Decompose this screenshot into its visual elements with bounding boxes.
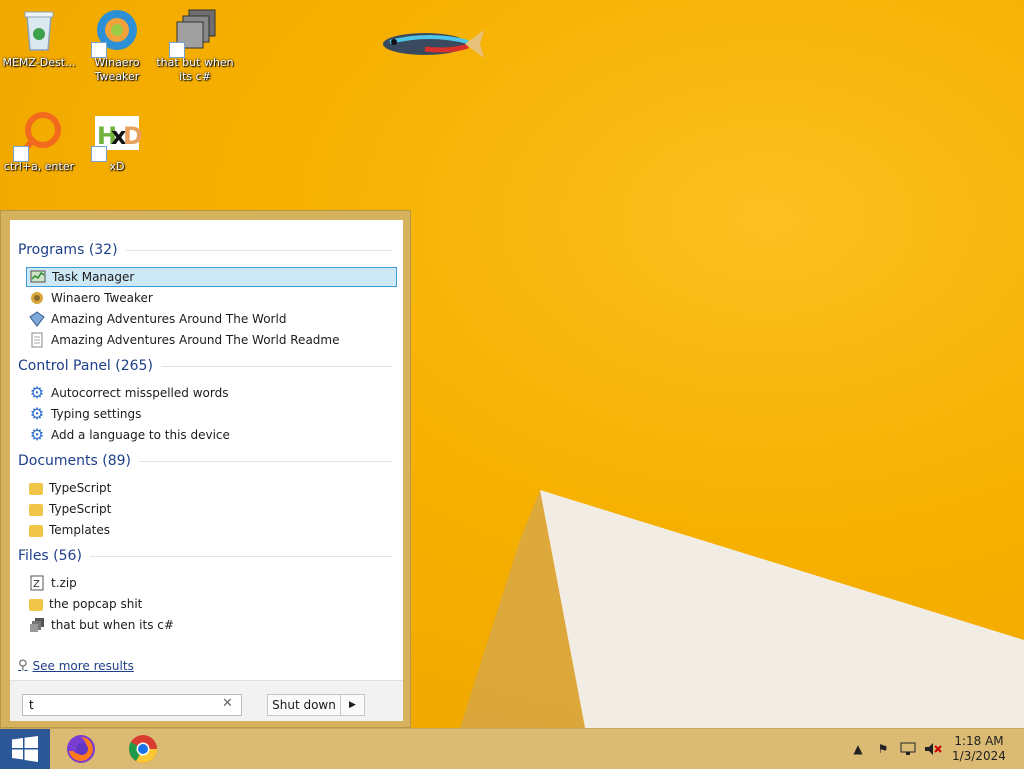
folder-icon bbox=[29, 483, 43, 495]
result-label: that but when its c# bbox=[51, 618, 174, 632]
taskbar-clock[interactable]: 1:18 AM 1/3/2024 bbox=[948, 734, 1010, 764]
divider bbox=[125, 249, 392, 251]
desktop-icon-label: xD bbox=[109, 160, 125, 173]
start-menu: Programs (32) Task Manager Winaero Tweak… bbox=[0, 210, 411, 728]
search-icon: ⚲ bbox=[18, 658, 28, 673]
group-header-programs[interactable]: Programs (32) bbox=[18, 242, 392, 258]
result-amazing-adventures-readme[interactable]: Amazing Adventures Around The World Read… bbox=[26, 330, 397, 350]
result-label: TypeScript bbox=[49, 502, 112, 516]
result-typescript-1[interactable]: TypeScript bbox=[26, 478, 397, 498]
desktop-icon-label: ctrl+a, enter bbox=[3, 160, 75, 173]
group-title: Control Panel (265) bbox=[18, 358, 153, 374]
document-icon bbox=[29, 332, 45, 348]
taskbar-chrome[interactable] bbox=[114, 731, 172, 767]
show-hidden-icons-chevron-icon[interactable]: ▲ bbox=[848, 740, 868, 758]
divider bbox=[139, 460, 392, 462]
result-autocorrect[interactable]: ⚙ Autocorrect misspelled words bbox=[26, 383, 397, 403]
system-tray: ▲ ⚑ 1:18 AM 1/3/2024 bbox=[848, 729, 1024, 769]
windows-logo-icon bbox=[12, 736, 38, 762]
clear-search-icon[interactable]: ✕ bbox=[222, 696, 233, 711]
gear-icon: ⚙ bbox=[29, 404, 45, 423]
shortcut-arrow-icon bbox=[91, 146, 107, 162]
desktop-icon-label: MEMZ-Dest... bbox=[2, 56, 76, 69]
divider bbox=[89, 555, 392, 557]
hxd-icon: H x D bbox=[91, 110, 143, 162]
group-header-documents[interactable]: Documents (89) bbox=[18, 453, 392, 469]
desktop-icon-xd[interactable]: H x D xD bbox=[78, 110, 156, 174]
clock-date: 1/3/2024 bbox=[952, 749, 1006, 763]
taskbar: ▲ ⚑ 1:18 AM 1/3/2024 bbox=[0, 728, 1024, 769]
result-typing-settings[interactable]: ⚙ Typing settings bbox=[26, 404, 397, 424]
shortcut-arrow-icon bbox=[169, 42, 185, 58]
result-amazing-adventures[interactable]: Amazing Adventures Around The World bbox=[26, 309, 397, 329]
folder-icon bbox=[29, 599, 43, 611]
result-label: Templates bbox=[49, 523, 111, 537]
magnifier-ring-icon bbox=[13, 110, 63, 162]
result-label: Add a language to this device bbox=[51, 428, 230, 442]
gear-icon: ⚙ bbox=[29, 383, 45, 402]
shutdown-button[interactable]: Shut down ▶ bbox=[267, 694, 365, 716]
clock-time: 1:18 AM bbox=[954, 734, 1004, 748]
see-more-label: See more results bbox=[32, 658, 134, 673]
result-label: Autocorrect misspelled words bbox=[51, 386, 229, 400]
result-label: Typing settings bbox=[51, 407, 142, 421]
result-task-manager[interactable]: Task Manager bbox=[26, 267, 397, 287]
divider bbox=[160, 365, 392, 367]
group-header-files[interactable]: Files (56) bbox=[18, 548, 392, 564]
result-typescript-2[interactable]: TypeScript bbox=[26, 499, 397, 519]
result-popcap[interactable]: the popcap shit bbox=[26, 594, 397, 614]
result-label: Winaero Tweaker bbox=[51, 291, 153, 305]
group-title: Documents (89) bbox=[18, 453, 132, 469]
shortcut-arrow-icon bbox=[13, 146, 29, 162]
desktop-icon-label: Winaero Tweaker bbox=[94, 56, 140, 83]
search-input[interactable] bbox=[22, 694, 242, 716]
shutdown-options-arrow-icon[interactable]: ▶ bbox=[341, 700, 364, 710]
result-add-language[interactable]: ⚙ Add a language to this device bbox=[26, 425, 397, 445]
winaero-tweaker-icon bbox=[29, 290, 45, 306]
recycle-bin-icon bbox=[15, 6, 63, 54]
desktop-icon-that-but-when-its-cs[interactable]: that but when its c# bbox=[156, 6, 234, 84]
result-label: Task Manager bbox=[52, 270, 135, 284]
result-label: Amazing Adventures Around The World Read… bbox=[51, 333, 340, 347]
task-manager-icon bbox=[30, 269, 46, 285]
result-t-zip[interactable]: Z t.zip bbox=[26, 573, 397, 593]
network-icon[interactable] bbox=[898, 740, 918, 758]
fish-icon bbox=[383, 30, 484, 58]
chrome-icon bbox=[129, 735, 157, 763]
group-title: Programs (32) bbox=[18, 242, 118, 258]
desktop-icon-winaero-tweaker[interactable]: Winaero Tweaker bbox=[78, 6, 156, 84]
group-header-control-panel[interactable]: Control Panel (265) bbox=[18, 358, 392, 374]
stacked-windows-icon bbox=[29, 617, 45, 633]
result-label: t.zip bbox=[51, 576, 77, 590]
result-templates[interactable]: Templates bbox=[26, 520, 397, 540]
folder-icon bbox=[29, 525, 43, 537]
zip-icon: Z bbox=[29, 575, 45, 591]
volume-muted-icon[interactable] bbox=[923, 740, 943, 758]
result-that-but-when-its-cs[interactable]: that but when its c# bbox=[26, 615, 397, 635]
firefox-icon bbox=[67, 735, 95, 763]
start-button[interactable] bbox=[0, 729, 50, 769]
folder-icon bbox=[29, 504, 43, 516]
desktop-icon-recycle-bin[interactable]: MEMZ-Dest... bbox=[0, 6, 78, 70]
taskbar-firefox[interactable] bbox=[52, 731, 110, 767]
shortcut-arrow-icon bbox=[91, 42, 107, 58]
start-menu-footer: ✕ Shut down ▶ bbox=[10, 680, 403, 721]
stacked-windows-icon bbox=[169, 6, 219, 58]
result-label: the popcap shit bbox=[49, 597, 143, 611]
see-more-results-link[interactable]: ⚲ See more results bbox=[18, 658, 134, 673]
shutdown-label: Shut down bbox=[268, 695, 341, 715]
gem-icon bbox=[29, 311, 45, 327]
gear-icon: ⚙ bbox=[29, 425, 45, 444]
svg-text:D: D bbox=[123, 122, 141, 150]
winaero-tweaker-icon bbox=[91, 6, 141, 58]
result-label: Amazing Adventures Around The World bbox=[51, 312, 287, 326]
group-title: Files (56) bbox=[18, 548, 82, 564]
desktop-icon-ctrl-a-enter[interactable]: ctrl+a, enter bbox=[0, 110, 78, 174]
action-center-flag-icon[interactable]: ⚑ bbox=[873, 740, 893, 758]
search-results-panel: Programs (32) Task Manager Winaero Tweak… bbox=[10, 220, 403, 680]
desktop-icon-label: that but when its c# bbox=[156, 56, 234, 83]
svg-text:Z: Z bbox=[33, 579, 40, 590]
result-winaero-tweaker[interactable]: Winaero Tweaker bbox=[26, 288, 397, 308]
result-label: TypeScript bbox=[49, 481, 112, 495]
